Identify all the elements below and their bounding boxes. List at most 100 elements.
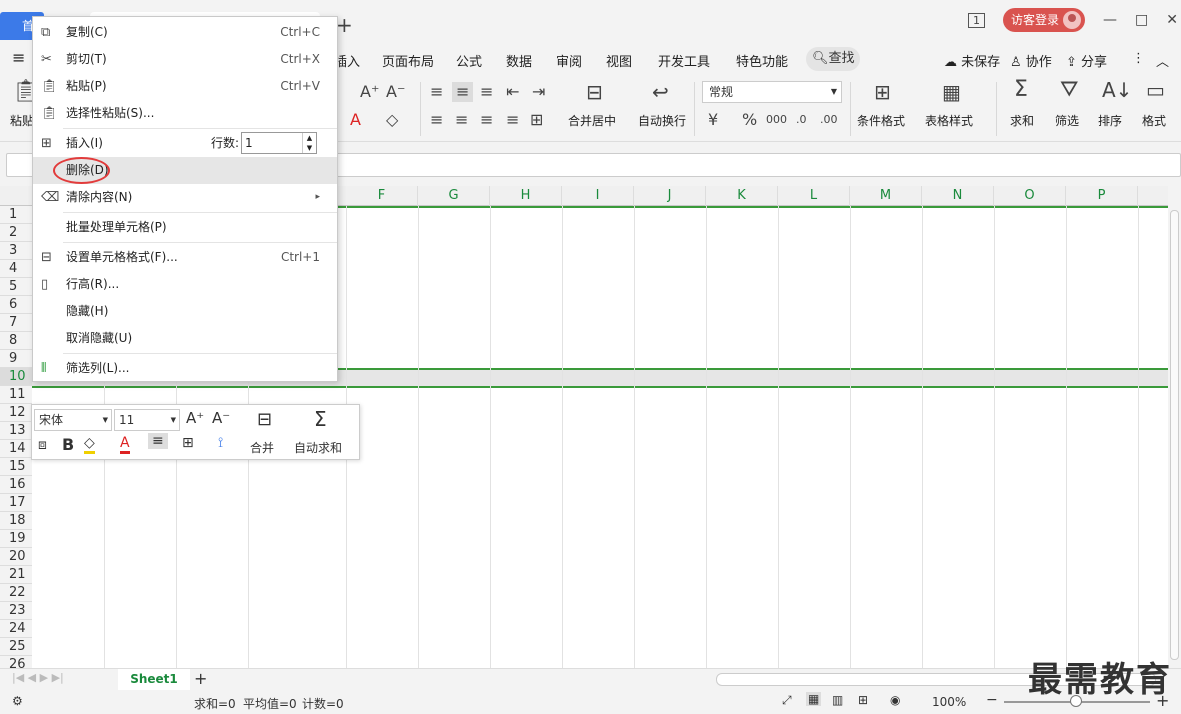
row-header-13[interactable]: 13 <box>0 422 32 440</box>
format-label[interactable]: 格式 <box>1142 112 1166 129</box>
align-top-icon[interactable]: ≡ <box>430 84 443 100</box>
align-center-icon[interactable]: ≡ <box>148 433 168 449</box>
format-painter-icon[interactable]: ⧈ <box>38 437 47 453</box>
font-color-icon[interactable]: A <box>120 435 130 454</box>
eraser-icon[interactable]: ◇ <box>386 112 398 128</box>
font-grow-icon[interactable]: A⁺ <box>186 409 204 427</box>
collab-button[interactable]: ♙ 协作 <box>1010 51 1052 70</box>
row-header-25[interactable]: 25 <box>0 638 32 656</box>
column-header-O[interactable]: O <box>994 186 1066 206</box>
menu-filter-column[interactable]: ⫴ 筛选列(L)... <box>33 355 337 382</box>
menu-view[interactable]: 视图 <box>606 51 632 70</box>
font-family-select[interactable]: 宋体 ▼ <box>34 409 112 431</box>
cond-format-label[interactable]: 条件格式 <box>857 112 905 129</box>
bold-icon[interactable]: B <box>62 435 74 454</box>
menu-paste[interactable]: 📋︎ 粘贴(P) Ctrl+V <box>33 73 337 100</box>
align-center-icon[interactable]: ≡ <box>455 112 468 128</box>
paste-label[interactable]: 粘贴 <box>10 112 34 129</box>
row-header-8[interactable]: 8 <box>0 332 32 350</box>
merge-center-label[interactable]: 合并居中 <box>568 112 616 129</box>
row-header-24[interactable]: 24 <box>0 620 32 638</box>
menu-insert[interactable]: ⊞ 插入(I) 行数: 1 ▲ ▼ <box>33 130 337 157</box>
sheet-nav-icon[interactable]: |◀ ◀ ▶ ▶| <box>12 671 64 684</box>
merge-label[interactable]: 合并 <box>250 439 274 456</box>
font-shrink-icon[interactable]: A⁻ <box>212 409 230 427</box>
menu-batch-process[interactable]: 批量处理单元格(P) <box>33 214 337 241</box>
filter-label[interactable]: 筛选 <box>1055 112 1079 129</box>
column-header-P[interactable]: P <box>1066 186 1138 206</box>
merge-icon[interactable]: ⊟ <box>257 409 272 430</box>
row-header-10[interactable]: 10 <box>0 368 32 386</box>
row-header-7[interactable]: 7 <box>0 314 32 332</box>
status-settings-icon[interactable]: ⚙ <box>12 694 23 708</box>
row-header-5[interactable]: 5 <box>0 278 32 296</box>
indent-increase-icon[interactable]: ⇥ <box>532 84 545 100</box>
sum-icon[interactable]: Σ <box>1014 79 1028 101</box>
menu-page-layout[interactable]: 页面布局 <box>382 51 434 70</box>
fullscreen-icon[interactable]: ⤢ <box>782 693 792 708</box>
close-button[interactable]: ✕ <box>1166 12 1178 28</box>
column-header-G[interactable]: G <box>418 186 490 206</box>
column-header-N[interactable]: N <box>922 186 994 206</box>
split-view-icon[interactable]: ⊞ <box>858 693 868 707</box>
currency-icon[interactable]: ¥ <box>708 112 718 128</box>
align-middle-icon[interactable]: ≡ <box>452 82 474 102</box>
font-color-icon[interactable]: A <box>350 112 361 128</box>
merge-center-icon[interactable]: ⊟ <box>586 82 603 102</box>
column-header-H[interactable]: H <box>490 186 562 206</box>
clear-format-icon[interactable]: ⟟ <box>218 435 223 451</box>
font-grow-icon[interactable]: A⁺ <box>360 84 379 100</box>
decrease-decimal-icon[interactable]: .00 <box>820 112 838 128</box>
wrap-text-label[interactable]: 自动换行 <box>638 112 686 129</box>
row-header-18[interactable]: 18 <box>0 512 32 530</box>
spin-up-icon[interactable]: ▲ <box>303 133 316 143</box>
sort-label[interactable]: 排序 <box>1098 112 1122 129</box>
sort-icon[interactable]: A↓ <box>1102 80 1132 100</box>
row-header-21[interactable]: 21 <box>0 566 32 584</box>
add-sheet-button[interactable]: + <box>194 669 207 689</box>
indent-decrease-icon[interactable]: ⇤ <box>506 84 519 100</box>
autosum-label[interactable]: 自动求和 <box>294 439 342 456</box>
number-format-select[interactable]: 常规 ▼ <box>702 81 842 103</box>
menu-hide[interactable]: 隐藏(H) <box>33 298 337 325</box>
menu-review[interactable]: 审阅 <box>556 51 582 70</box>
column-header-M[interactable]: M <box>850 186 922 206</box>
column-header-J[interactable]: J <box>634 186 706 206</box>
align-left-icon[interactable]: ≡ <box>430 112 443 128</box>
font-shrink-icon[interactable]: A⁻ <box>386 84 405 100</box>
scroll-thumb[interactable] <box>1170 210 1179 660</box>
row-header-12[interactable]: 12 <box>0 404 32 422</box>
row-header-23[interactable]: 23 <box>0 602 32 620</box>
menu-format-cells[interactable]: ⊟ 设置单元格格式(F)... Ctrl+1 <box>33 244 337 271</box>
spin-down-icon[interactable]: ▼ <box>303 143 316 153</box>
thousands-icon[interactable]: 000 <box>766 112 787 128</box>
zoom-out-icon[interactable]: − <box>986 692 998 708</box>
menu-unhide[interactable]: 取消隐藏(U) <box>33 325 337 352</box>
distribute-icon[interactable]: ⊞ <box>530 112 543 128</box>
row-header-3[interactable]: 3 <box>0 242 32 260</box>
row-header-4[interactable]: 4 <box>0 260 32 278</box>
minimize-button[interactable]: — <box>1103 12 1117 28</box>
column-header-K[interactable]: K <box>706 186 778 206</box>
row-header-26[interactable]: 26 <box>0 656 32 668</box>
row-header-16[interactable]: 16 <box>0 476 32 494</box>
menu-formula[interactable]: 公式 <box>456 51 482 70</box>
conditional-format-icon[interactable]: ⊞ <box>874 82 891 102</box>
rows-spinner[interactable]: ▲ ▼ <box>302 133 316 153</box>
normal-view-icon[interactable]: ▦ <box>806 692 822 706</box>
vertical-scrollbar[interactable] <box>1168 186 1181 668</box>
zoom-level[interactable]: 100% <box>932 695 966 709</box>
page-indicator[interactable]: 1 <box>968 12 985 28</box>
row-header-6[interactable]: 6 <box>0 296 32 314</box>
page-view-icon[interactable]: ▥ <box>832 693 843 707</box>
column-header-I[interactable]: I <box>562 186 634 206</box>
collapse-ribbon-icon[interactable]: ︿ <box>1156 51 1169 70</box>
row-header-9[interactable]: 9 <box>0 350 32 368</box>
increase-decimal-icon[interactable]: .0 <box>796 112 807 128</box>
menu-copy[interactable]: ⧉ 复制(C) Ctrl+C <box>33 19 337 46</box>
row-header-17[interactable]: 17 <box>0 494 32 512</box>
row-header-1[interactable]: 1 <box>0 206 32 224</box>
row-header-2[interactable]: 2 <box>0 224 32 242</box>
search-button[interactable]: 🔍︎查找 <box>806 47 860 71</box>
menu-special[interactable]: 特色功能 <box>736 51 788 70</box>
